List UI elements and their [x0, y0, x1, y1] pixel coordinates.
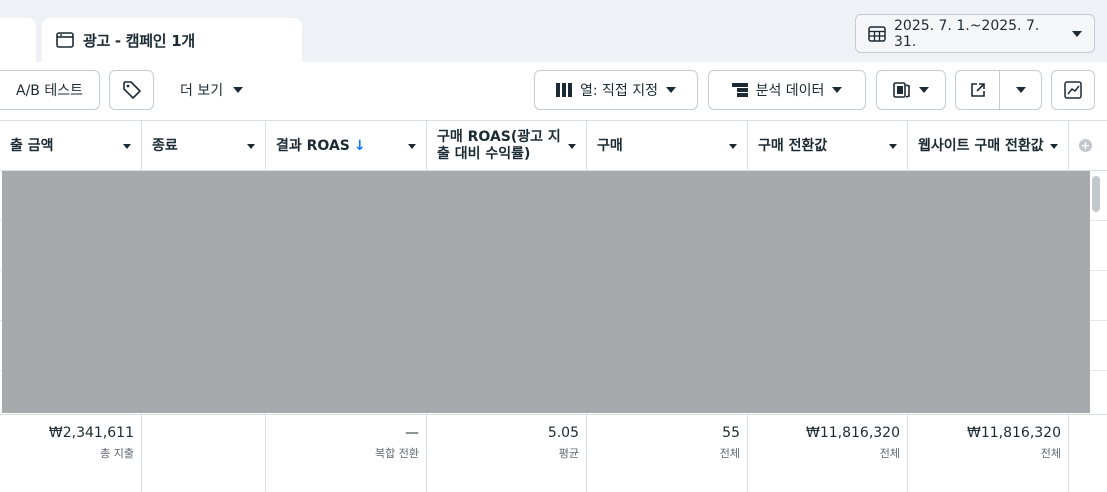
- summary-value: ₩11,816,320: [966, 425, 1061, 441]
- column-header-purchase-roas[interactable]: 구매 ROAS(광고 지출 대비 수익률): [427, 121, 587, 171]
- chevron-down-icon: [832, 87, 843, 93]
- tab-bar: 광고 - 캠페인 1개 2025. 7. 1.~2025. 7. 31.: [0, 0, 1107, 62]
- summary-sub: 총 지출: [100, 447, 134, 460]
- column-header-purchases[interactable]: 구매: [587, 121, 748, 171]
- chevron-down-icon[interactable]: [123, 143, 131, 149]
- calendar-table-icon: [868, 25, 886, 42]
- reports-button[interactable]: [876, 70, 946, 110]
- columns-label: 열: 직접 지정: [579, 83, 659, 99]
- summary-sub: 전체: [879, 447, 900, 460]
- breakdown-label: 분석 데이터: [755, 83, 825, 99]
- column-header-label: 구매 전환값: [758, 137, 828, 154]
- column-header-label: 구매: [597, 137, 623, 154]
- data-table: 출 금액 종료 결과 ROAS ↓ 구매 ROAS(광고 지출 대비 수익률) 구…: [0, 120, 1107, 492]
- chevron-down-icon: [233, 87, 244, 93]
- date-range-label: 2025. 7. 1.~2025. 7. 31.: [894, 17, 1040, 50]
- window-icon: [56, 32, 74, 48]
- summary-sub: 전체: [719, 447, 740, 460]
- summary-cell-spend: ₩2,341,611 총 지출: [0, 425, 142, 461]
- trend-chart-icon: [1064, 81, 1082, 99]
- columns-button[interactable]: 열: 직접 지정: [534, 70, 698, 110]
- summary-value: 5.05: [547, 425, 579, 441]
- column-header-label: 구매 ROAS(광고 지출 대비 수익률): [437, 129, 561, 162]
- summary-cell-purchases: 55 전체: [587, 425, 748, 461]
- export-button-group: [955, 70, 1042, 110]
- chevron-down-icon: [666, 87, 677, 93]
- summary-value: ₩11,816,320: [805, 425, 900, 441]
- table-header: 출 금액 종료 결과 ROAS ↓ 구매 ROAS(광고 지출 대비 수익률) 구…: [0, 120, 1107, 171]
- column-header-label: 결과 ROAS: [276, 137, 350, 154]
- summary-cell-result-roas: — 복합 전환: [266, 425, 427, 461]
- external-link-icon: [970, 83, 985, 97]
- chevron-down-icon[interactable]: [1050, 143, 1058, 149]
- chevron-down-icon[interactable]: [247, 143, 255, 149]
- column-header-end[interactable]: 종료: [142, 121, 266, 171]
- chevron-down-icon[interactable]: [729, 143, 737, 149]
- summary-cell-end: [142, 425, 266, 429]
- summary-cell-website-purchase-value: ₩11,816,320 전체: [908, 425, 1069, 461]
- summary-cell-purchase-value: ₩11,816,320 전체: [748, 425, 908, 461]
- summary-cell-purchase-roas: 5.05 평균: [427, 425, 587, 461]
- reports-icon: [893, 82, 910, 98]
- vertical-scrollbar[interactable]: [1091, 172, 1101, 412]
- summary-sub: 전체: [1040, 447, 1061, 460]
- add-column-icon[interactable]: +: [1079, 139, 1092, 152]
- scrollbar-thumb[interactable]: [1092, 176, 1100, 212]
- ab-test-button[interactable]: A/B 테스트: [0, 70, 100, 110]
- column-header-purchase-value[interactable]: 구매 전환값: [748, 121, 908, 171]
- tag-icon: [122, 81, 141, 99]
- chevron-down-icon[interactable]: [568, 143, 576, 149]
- tab-ads-label: 광고 - 캠페인 1개: [83, 31, 195, 50]
- chevron-down-icon: [1072, 30, 1082, 37]
- toolbar: A/B 테스트 더 보기 열: 직접 지정 분석 데이터: [0, 62, 1107, 120]
- chevron-down-icon[interactable]: [889, 143, 897, 149]
- chevron-down-icon[interactable]: [408, 143, 416, 149]
- summary-value: 55: [722, 425, 740, 441]
- export-dropdown-button[interactable]: [1000, 71, 1041, 109]
- sort-arrow-down-icon: ↓: [353, 137, 366, 154]
- column-header-label: 종료: [152, 137, 178, 154]
- export-button[interactable]: [956, 71, 1000, 109]
- chart-button[interactable]: [1051, 70, 1095, 110]
- columns-icon: [555, 83, 572, 97]
- more-button[interactable]: 더 보기: [180, 70, 244, 110]
- tag-button[interactable]: [109, 70, 154, 110]
- column-header-result-roas[interactable]: 결과 ROAS ↓: [266, 121, 427, 171]
- tab-previous[interactable]: [0, 18, 36, 62]
- redacted-rows: [2, 171, 1090, 413]
- summary-value: ₩2,341,611: [48, 425, 134, 441]
- column-header-label: 출 금액: [10, 137, 54, 154]
- chevron-down-icon: [1015, 87, 1026, 93]
- ab-test-label: A/B 테스트: [16, 83, 83, 99]
- summary-row: ₩2,341,611 총 지출 — 복합 전환 5.05 평균 55 전체 ₩1…: [0, 414, 1107, 492]
- column-header-label: 웹사이트 구매 전환값: [918, 137, 1044, 154]
- column-header-spend[interactable]: 출 금액: [0, 121, 142, 171]
- breakdown-button[interactable]: 분석 데이터: [708, 70, 866, 110]
- column-header-website-purchase-value[interactable]: 웹사이트 구매 전환값: [908, 121, 1069, 171]
- summary-sub: 복합 전환: [375, 447, 419, 460]
- column-header-result-roas-title: 결과 ROAS ↓: [276, 138, 408, 155]
- date-range-picker[interactable]: 2025. 7. 1.~2025. 7. 31.: [855, 14, 1095, 53]
- more-label: 더 보기: [180, 83, 224, 99]
- tab-ads[interactable]: 광고 - 캠페인 1개: [42, 18, 302, 62]
- summary-value: —: [405, 425, 419, 441]
- chevron-down-icon: [919, 87, 929, 93]
- summary-sub: 평균: [558, 447, 579, 460]
- breakdown-icon: [731, 83, 748, 97]
